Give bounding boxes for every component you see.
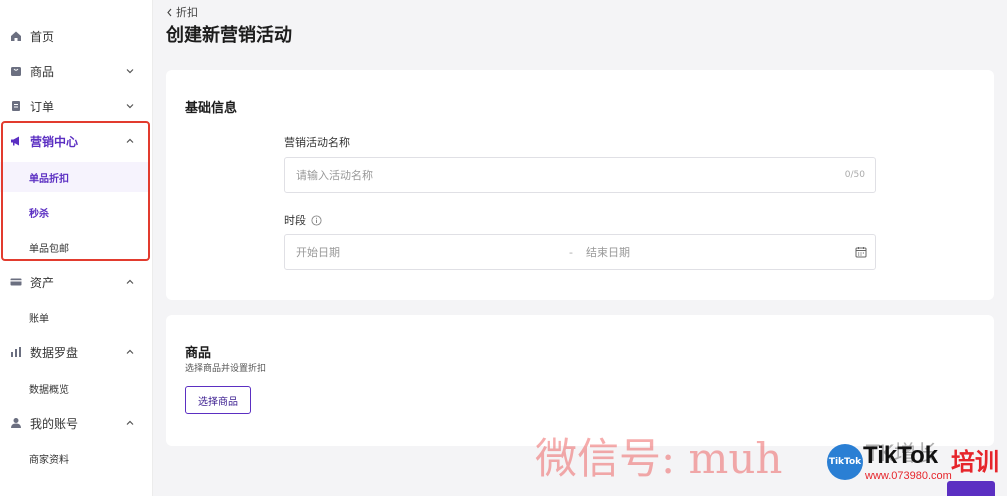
sidebar-item-data-compass[interactable]: 数据罗盘 bbox=[0, 337, 153, 367]
chart-icon bbox=[11, 347, 21, 357]
sidebar-item-label: 商品 bbox=[30, 64, 55, 79]
end-date-placeholder[interactable]: 结束日期 bbox=[586, 244, 630, 260]
select-products-button[interactable]: 选择商品 bbox=[185, 386, 251, 414]
home-icon bbox=[11, 31, 21, 41]
sidebar-item-products[interactable]: 商品 bbox=[0, 56, 153, 86]
chevron-up-icon bbox=[126, 420, 134, 425]
calendar-icon[interactable] bbox=[855, 246, 867, 258]
info-icon[interactable] bbox=[311, 214, 322, 226]
date-separator: - bbox=[569, 245, 573, 259]
sidebar-subitem-flash-sale[interactable]: 秒杀 bbox=[0, 197, 148, 227]
chevron-left-icon bbox=[167, 8, 172, 16]
sidebar-item-orders[interactable]: 订单 bbox=[0, 91, 153, 121]
sidebar-item-label: 数据罗盘 bbox=[30, 345, 79, 360]
sidebar-item-assets[interactable]: 资产 bbox=[0, 267, 153, 297]
tiktok-logo-text: TikTok bbox=[863, 442, 939, 469]
sidebar-item-label: 营销中心 bbox=[30, 134, 79, 149]
sidebar-item-home[interactable]: 首页 bbox=[0, 21, 153, 51]
chevron-up-icon bbox=[126, 279, 134, 284]
char-counter: 0/50 bbox=[844, 170, 865, 180]
campaign-name-label-text: 营销活动名称 bbox=[284, 136, 350, 149]
sidebar: 首页 商品 订单 营销中心 单品折扣 秒杀 单品包邮 资产 账单 数据罗盘 数据… bbox=[0, 0, 153, 496]
tiktok-logo-red-text: 培训 bbox=[951, 449, 999, 476]
card-icon bbox=[10, 278, 22, 286]
tiktok-logo-url: www.073980.com bbox=[865, 470, 952, 482]
back-link[interactable]: 折扣 bbox=[166, 4, 198, 20]
start-date-placeholder[interactable]: 开始日期 bbox=[296, 244, 340, 260]
chevron-up-icon bbox=[126, 138, 134, 143]
sidebar-item-marketing[interactable]: 营销中心 bbox=[0, 126, 153, 156]
campaign-name-placeholder: 请输入活动名称 bbox=[296, 169, 373, 182]
sidebar-subitem-data-overview[interactable]: 数据概览 bbox=[0, 373, 148, 403]
submit-button-partial[interactable] bbox=[947, 481, 995, 496]
date-range-picker[interactable]: 开始日期 - 结束日期 bbox=[284, 234, 876, 270]
page-title: 创建新营销活动 bbox=[166, 25, 292, 46]
chevron-up-icon bbox=[126, 349, 134, 354]
back-link-label: 折扣 bbox=[176, 6, 198, 19]
sidebar-subitem-merchant-profile[interactable]: 商家资料 bbox=[0, 443, 148, 473]
basic-info-card: 基础信息 营销活动名称 请输入活动名称 0/50 时段 开始日期 - 结束日期 bbox=[166, 70, 994, 300]
wechat-watermark: 微信号: muh bbox=[535, 434, 783, 483]
period-label: 时段 bbox=[284, 212, 322, 228]
sidebar-subitem-bill[interactable]: 账单 bbox=[0, 302, 148, 332]
megaphone-icon bbox=[11, 136, 19, 146]
sidebar-item-label: 我的账号 bbox=[30, 416, 79, 431]
sidebar-item-label: 订单 bbox=[30, 99, 55, 114]
campaign-name-input[interactable]: 请输入活动名称 0/50 bbox=[284, 157, 876, 193]
chevron-down-icon bbox=[126, 69, 134, 74]
tiktok-circle-logo: TikTok bbox=[827, 444, 863, 480]
sidebar-item-my-account[interactable]: 我的账号 bbox=[0, 408, 153, 438]
campaign-name-label: 营销活动名称 bbox=[284, 134, 350, 150]
product-icon bbox=[11, 67, 21, 76]
order-icon bbox=[12, 101, 20, 111]
chevron-down-icon bbox=[126, 104, 134, 109]
sidebar-item-label: 首页 bbox=[30, 29, 55, 44]
sidebar-item-label: 资产 bbox=[30, 275, 55, 290]
user-icon bbox=[11, 418, 21, 428]
products-subtitle: 选择商品并设置折扣 bbox=[185, 364, 267, 374]
period-label-text: 时段 bbox=[284, 214, 306, 227]
products-title: 商品 bbox=[185, 346, 212, 361]
sidebar-subitem-free-shipping[interactable]: 单品包邮 bbox=[0, 232, 148, 262]
sidebar-subitem-single-discount[interactable]: 单品折扣 bbox=[0, 162, 148, 192]
basic-info-title: 基础信息 bbox=[185, 101, 238, 116]
